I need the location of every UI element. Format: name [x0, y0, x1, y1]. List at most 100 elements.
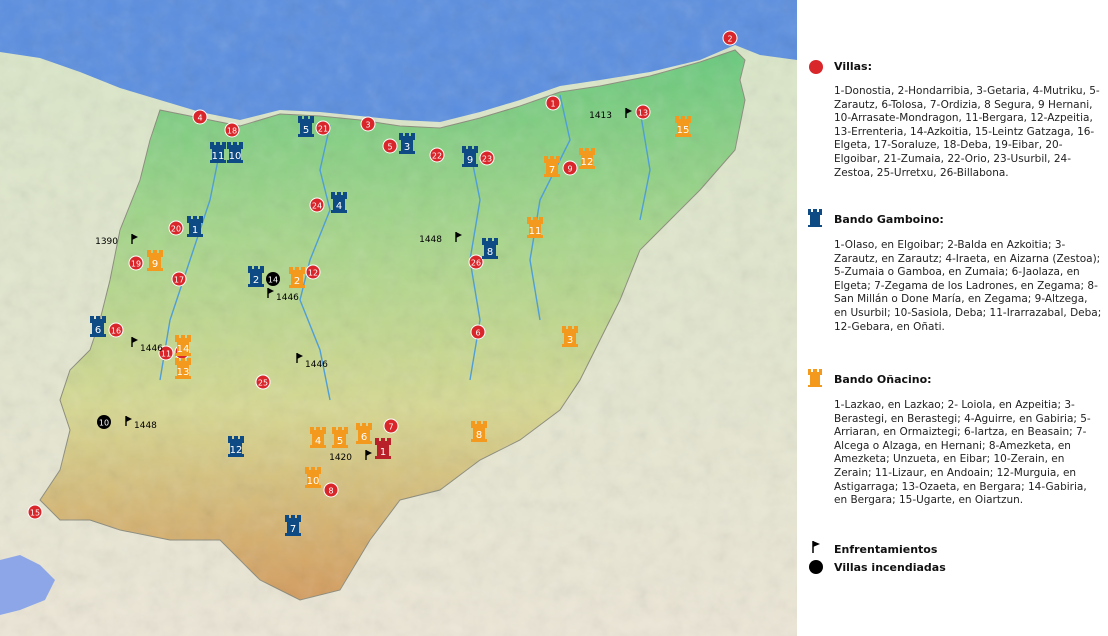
legend-panel: Villas: 1-Donostia, 2-Hondarribia, 3-Get…: [797, 0, 1108, 636]
svg-text:2: 2: [294, 276, 300, 287]
gamboino-legend-text: 1-Olaso, en Elgoibar; 2-Balda en Azkoiti…: [834, 239, 1102, 333]
tower-marker: 1: [187, 216, 203, 237]
svg-text:12: 12: [308, 269, 318, 278]
svg-text:25: 25: [258, 379, 268, 388]
svg-text:1: 1: [550, 100, 555, 109]
svg-text:17: 17: [174, 276, 184, 285]
villa-marker: 5: [382, 138, 398, 154]
svg-text:1448: 1448: [419, 235, 442, 245]
tower-marker: 8: [471, 421, 487, 442]
tower-marker: 5: [298, 116, 314, 137]
svg-text:12: 12: [581, 157, 594, 168]
svg-text:14: 14: [268, 276, 278, 285]
villa-marker: 16: [108, 322, 124, 338]
villa-marker: 1: [545, 95, 561, 111]
svg-text:1420: 1420: [329, 453, 352, 463]
svg-text:11: 11: [212, 151, 225, 162]
svg-text:13: 13: [638, 109, 648, 118]
svg-text:21: 21: [318, 125, 328, 134]
svg-text:6: 6: [361, 432, 367, 443]
svg-text:4: 4: [336, 201, 342, 212]
villa-marker: 13: [635, 104, 651, 120]
villa-legend-icon: [809, 60, 823, 74]
svg-text:9: 9: [467, 155, 473, 166]
svg-text:14: 14: [177, 344, 190, 355]
villa-marker: 18: [224, 122, 240, 138]
svg-text:8: 8: [487, 247, 493, 258]
enfrentamientos-legend: Enfrentamientos: [834, 543, 938, 556]
tower-marker: 3: [399, 133, 415, 154]
svg-text:6: 6: [475, 329, 480, 338]
svg-text:18: 18: [227, 127, 237, 136]
svg-text:1413: 1413: [589, 111, 612, 121]
tower-marker: 10: [227, 142, 243, 163]
tower-marker: 7: [544, 156, 560, 177]
villa-marker: 9: [562, 160, 578, 176]
svg-text:9: 9: [567, 165, 572, 174]
tower-marker: 4: [331, 192, 347, 213]
villa-marker: 4: [192, 109, 208, 125]
villa-marker: 26: [468, 254, 484, 270]
svg-text:24: 24: [312, 202, 322, 211]
svg-text:19: 19: [131, 260, 141, 269]
tower-marker: 6: [90, 316, 106, 337]
svg-text:16: 16: [111, 327, 121, 336]
villa-marker: 8: [323, 482, 339, 498]
tower-marker: 9: [147, 250, 163, 271]
relief-map: 1234567891011121314151617181920212223242…: [0, 0, 797, 636]
villas-legend-text: 1-Donostia, 2-Hondarribia, 3-Getaria, 4-…: [834, 85, 1100, 179]
villa-marker: 6: [470, 324, 486, 340]
villa-marker: 22: [429, 147, 445, 163]
burned-villa-marker: 10: [97, 415, 111, 429]
svg-text:20: 20: [171, 225, 181, 234]
svg-text:4: 4: [197, 114, 202, 123]
tower-marker: 14: [175, 335, 191, 356]
svg-text:12: 12: [230, 445, 243, 456]
onacino-tower-icon: [808, 369, 822, 387]
svg-text:1446: 1446: [305, 360, 328, 370]
svg-text:3: 3: [365, 121, 370, 130]
svg-text:13: 13: [177, 367, 190, 378]
flag-icon: [812, 541, 820, 553]
tower-marker: 15: [675, 116, 691, 137]
tower-marker: 6: [356, 423, 372, 444]
tower-marker: 7: [285, 515, 301, 536]
villa-marker: 15: [27, 504, 43, 520]
tower-marker: 10: [305, 467, 321, 488]
tower-marker: 8: [482, 238, 498, 259]
svg-text:22: 22: [432, 152, 442, 161]
svg-text:10: 10: [99, 419, 109, 428]
tower-marker: 11: [527, 217, 543, 238]
villa-marker: 25: [255, 374, 271, 390]
tower-marker: 13: [175, 358, 191, 379]
svg-text:1446: 1446: [140, 344, 163, 354]
svg-text:1390: 1390: [95, 237, 118, 247]
svg-text:1448: 1448: [134, 421, 157, 431]
svg-text:15: 15: [30, 509, 40, 518]
villa-marker: 24: [309, 197, 325, 213]
relief-texture: [0, 0, 797, 636]
tower-marker: 5: [332, 427, 348, 448]
incendiadas-legend: Villas incendiadas: [834, 561, 946, 574]
onacino-legend-text: 1-Lazkao, en Lazkao; 2- Loiola, en Azpei…: [834, 399, 1091, 507]
tower-marker: 4: [310, 427, 326, 448]
svg-text:7: 7: [388, 423, 393, 432]
gamboino-legend-title: Bando Gamboino:: [834, 213, 944, 226]
gamboino-tower-icon: [808, 209, 822, 227]
svg-text:23: 23: [482, 155, 492, 164]
villa-marker: 23: [479, 150, 495, 166]
svg-text:2: 2: [727, 35, 732, 44]
villa-marker: 20: [168, 220, 184, 236]
svg-text:7: 7: [290, 524, 296, 535]
tower-marker: 12: [579, 148, 595, 169]
svg-text:1: 1: [380, 447, 386, 458]
svg-text:3: 3: [404, 142, 410, 153]
tower-marker: 2: [248, 266, 264, 287]
svg-text:4: 4: [315, 436, 321, 447]
svg-text:8: 8: [476, 430, 482, 441]
svg-text:2: 2: [253, 275, 259, 286]
svg-text:11: 11: [529, 226, 542, 237]
svg-text:9: 9: [152, 259, 158, 270]
svg-text:5: 5: [337, 436, 343, 447]
villa-marker: 21: [315, 120, 331, 136]
